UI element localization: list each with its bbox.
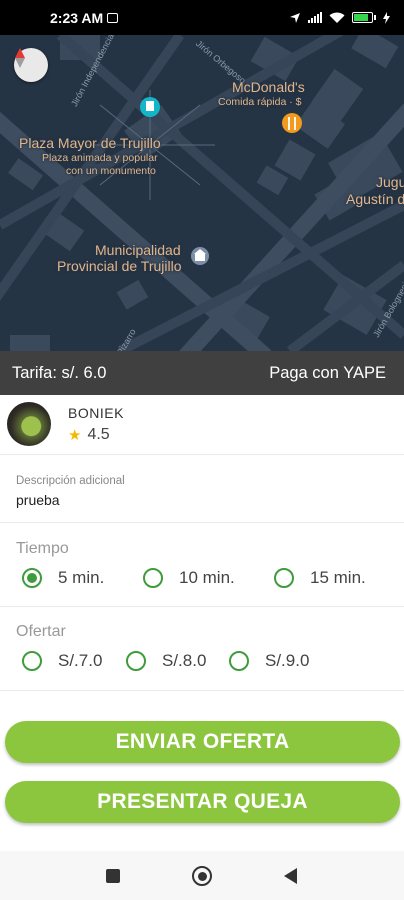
- government-pin-icon: [191, 247, 209, 265]
- description-label: Descripción adicional: [16, 475, 125, 487]
- tiempo-option-label: 5 min.: [58, 568, 105, 587]
- map-label-mcdonalds-sub: Comida rápida · $: [218, 96, 302, 108]
- avatar: [7, 402, 51, 446]
- fare-bar: Tarifa: s/. 6.0 Paga con YAPE: [0, 351, 404, 395]
- map-label-plaza: Plaza Mayor de Trujillo: [19, 135, 161, 151]
- tiempo-title: Tiempo: [16, 540, 69, 557]
- driver-info: BONIEK ★ 4.5: [0, 395, 404, 455]
- tiempo-option-10[interactable]: 10 min.: [143, 568, 235, 588]
- radio-unchecked-icon[interactable]: [22, 651, 42, 671]
- ofertar-option-7[interactable]: S/.7.0: [22, 651, 102, 671]
- divider: [0, 690, 404, 691]
- star-icon: ★: [68, 427, 82, 444]
- fare-amount: Tarifa: s/. 6.0: [12, 363, 107, 382]
- driver-name: BONIEK: [68, 405, 124, 421]
- tiempo-option-label: 15 min.: [310, 568, 366, 587]
- divider: [0, 606, 404, 607]
- system-nav-bar: [0, 851, 404, 900]
- status-bar: 2:23 AM: [0, 0, 404, 35]
- map-label-plaza-sub2: con un monumento: [66, 165, 156, 177]
- plaza-pin-icon: [140, 97, 160, 117]
- payment-method: Paga con YAPE: [269, 363, 386, 382]
- message-notification-icon: [107, 12, 119, 23]
- ofertar-option-9[interactable]: S/.9.0: [229, 651, 309, 671]
- map-view[interactable]: Jirón Independencia Jirón Orbegoso Pizar…: [0, 35, 404, 351]
- rating-value: 4.5: [87, 426, 110, 443]
- complain-button[interactable]: PRESENTAR QUEJA: [5, 781, 400, 823]
- recent-apps-icon[interactable]: [106, 869, 120, 883]
- charging-icon: [383, 11, 390, 24]
- description-value: prueba: [16, 492, 60, 508]
- tiempo-option-label: 10 min.: [179, 568, 235, 587]
- ofertar-title: Ofertar: [16, 623, 66, 640]
- home-icon[interactable]: [192, 866, 212, 886]
- ofertar-options: S/.7.0 S/.8.0 S/.9.0: [0, 651, 404, 683]
- status-time: 2:23 AM: [50, 9, 104, 26]
- ofertar-option-8[interactable]: S/.8.0: [126, 651, 206, 671]
- battery-icon: [352, 12, 376, 23]
- driver-rating: ★ 4.5: [68, 426, 110, 444]
- map-label-municipalidad-1: Municipalidad: [95, 242, 181, 258]
- restaurant-pin-icon: [282, 113, 302, 133]
- tiempo-options: 5 min. 10 min. 15 min.: [0, 568, 404, 600]
- location-icon: [290, 12, 300, 23]
- status-icons: [289, 11, 390, 24]
- tiempo-option-15[interactable]: 15 min.: [274, 568, 366, 588]
- compass-icon: [15, 48, 25, 68]
- ofertar-option-label: S/.9.0: [265, 651, 310, 670]
- radio-unchecked-icon[interactable]: [274, 568, 294, 588]
- ofertar-option-label: S/.8.0: [162, 651, 207, 670]
- compass-button[interactable]: [14, 48, 48, 82]
- tiempo-option-5[interactable]: 5 min.: [22, 568, 104, 588]
- radio-unchecked-icon[interactable]: [229, 651, 249, 671]
- map-streets: [0, 35, 404, 351]
- map-label-right-1: Jugu: [376, 174, 404, 190]
- radio-unchecked-icon[interactable]: [126, 651, 146, 671]
- wifi-icon: [329, 12, 345, 23]
- cell-signal-icon: [308, 12, 322, 23]
- radio-checked-icon[interactable]: [22, 568, 42, 588]
- back-icon[interactable]: [284, 868, 297, 884]
- ofertar-option-label: S/.7.0: [58, 651, 103, 670]
- map-label-right-2: Agustín d: [346, 191, 404, 207]
- map-label-mcdonalds: McDonald's: [232, 79, 305, 95]
- map-label-municipalidad-2: Provincial de Trujillo: [57, 258, 182, 274]
- send-offer-button[interactable]: ENVIAR OFERTA: [5, 721, 400, 763]
- map-label-plaza-sub1: Plaza animada y popular: [42, 152, 158, 164]
- radio-unchecked-icon[interactable]: [143, 568, 163, 588]
- description-section: Descripción adicional prueba: [0, 455, 404, 523]
